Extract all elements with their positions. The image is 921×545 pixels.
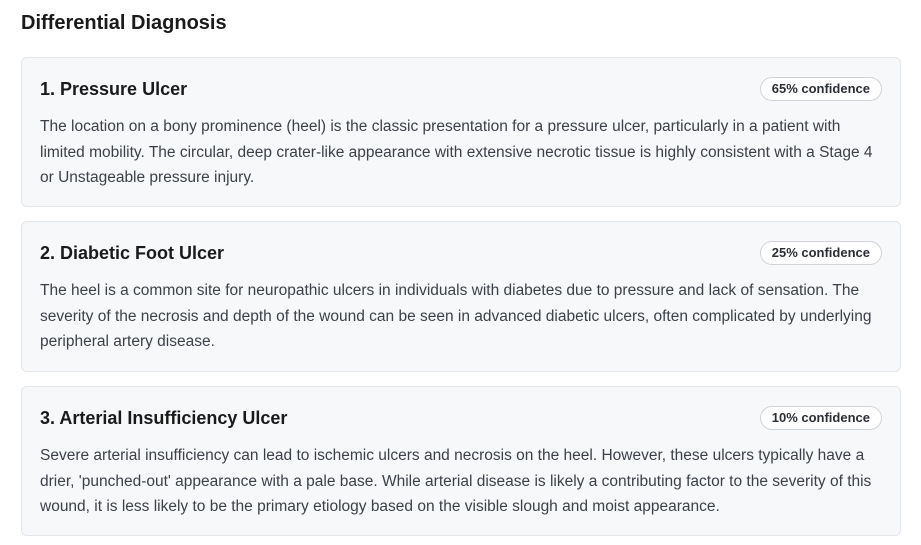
- diagnosis-description: The heel is a common site for neuropathi…: [40, 282, 872, 350]
- diagnosis-card-header: 1. Pressure Ulcer 65% confidence: [40, 77, 882, 101]
- diagnosis-title: 3. Arterial Insufficiency Ulcer: [40, 408, 288, 428]
- diagnosis-title: 1. Pressure Ulcer: [40, 79, 188, 99]
- diagnosis-card: 3. Arterial Insufficiency Ulcer 10% conf…: [21, 386, 901, 536]
- confidence-badge: 65% confidence: [759, 77, 882, 101]
- differential-diagnosis-panel: Differential Diagnosis 1. Pressure Ulcer…: [0, 0, 921, 545]
- diagnosis-card-header: 3. Arterial Insufficiency Ulcer 10% conf…: [40, 406, 882, 430]
- confidence-badge: 10% confidence: [759, 406, 882, 430]
- diagnosis-card: 1. Pressure Ulcer 65% confidence The loc…: [21, 57, 901, 207]
- diagnosis-list: 1. Pressure Ulcer 65% confidence The loc…: [21, 57, 901, 536]
- confidence-badge: 25% confidence: [759, 241, 882, 265]
- diagnosis-card: 2. Diabetic Foot Ulcer 25% confidence Th…: [21, 221, 901, 372]
- diagnosis-title: 2. Diabetic Foot Ulcer: [40, 243, 225, 263]
- section-title: Differential Diagnosis: [21, 12, 227, 34]
- diagnosis-card-header: 2. Diabetic Foot Ulcer 25% confidence: [40, 241, 882, 265]
- diagnosis-description: Severe arterial insufficiency can lead t…: [40, 447, 872, 515]
- diagnosis-description: The location on a bony prominence (heel)…: [40, 118, 873, 186]
